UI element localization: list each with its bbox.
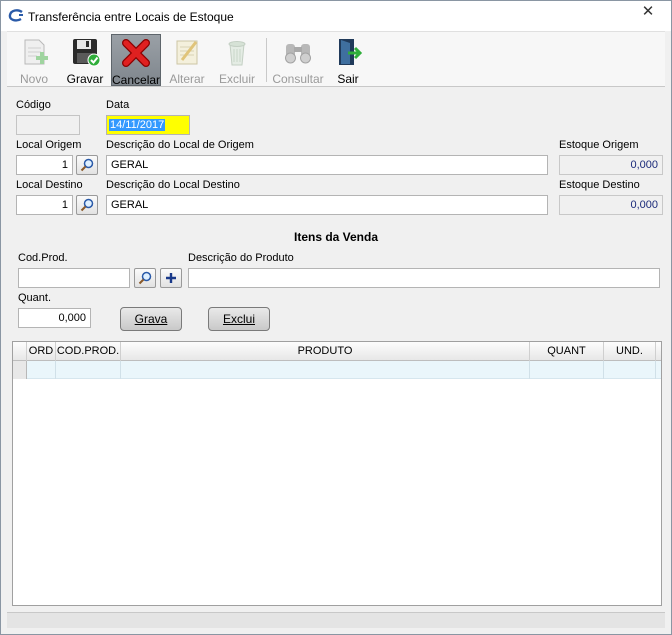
destination-stock-label: Estoque Destino (559, 179, 640, 191)
close-button[interactable]: ✕ (633, 2, 663, 24)
quantity-label: Quant. (18, 292, 52, 304)
code-label: Código (16, 99, 51, 111)
origin-stock-field: 0,000 (559, 155, 663, 175)
table-row[interactable] (13, 361, 661, 379)
origin-desc-field[interactable]: GERAL (106, 155, 548, 175)
magnifier-icon (80, 198, 94, 212)
record-item-button[interactable]: Grava (120, 307, 182, 331)
delete-item-button[interactable]: Exclui (208, 307, 270, 331)
toolbar: Novo Gravar Cancelar Alterar Excluir Con… (7, 31, 665, 87)
items-grid[interactable]: ORD COD.PROD. PRODUTO QUANT UND. (12, 341, 662, 606)
date-value: 14/11/2017 (109, 119, 166, 131)
app-logo-icon (8, 9, 23, 22)
cancel-label: Cancelar (112, 73, 161, 87)
destination-location-field[interactable]: 1 (16, 195, 73, 215)
items-section-title: Itens da Venda (293, 230, 379, 244)
plus-icon (166, 273, 176, 283)
product-desc-label: Descrição do Produto (188, 252, 294, 264)
column-header-ord[interactable]: ORD (27, 342, 56, 361)
cell-und[interactable] (604, 361, 656, 379)
save-button[interactable]: Gravar (61, 34, 109, 86)
row-indicator (13, 361, 27, 379)
cancel-x-icon (122, 39, 150, 67)
edit-notepad-icon (176, 40, 198, 65)
column-header-produto[interactable]: PRODUTO (121, 342, 530, 361)
column-header-quant[interactable]: QUANT (530, 342, 604, 361)
destination-desc-field[interactable]: GERAL (106, 195, 548, 215)
column-header-cod-prod[interactable]: COD.PROD. (56, 342, 121, 361)
add-product-button[interactable] (160, 268, 182, 288)
cell-ord[interactable] (27, 361, 56, 379)
cell-cod-prod[interactable] (56, 361, 121, 379)
new-label: Novo (19, 72, 48, 86)
origin-location-search-button[interactable] (76, 155, 98, 175)
cell-produto[interactable] (121, 361, 530, 379)
status-bar (7, 612, 665, 628)
magnifier-icon (80, 158, 94, 172)
product-code-field[interactable] (18, 268, 130, 288)
destination-location-search-button[interactable] (76, 195, 98, 215)
product-code-label: Cod.Prod. (18, 252, 68, 264)
save-disk-icon (73, 39, 101, 67)
delete-label: Excluir (218, 72, 255, 86)
grid-header: ORD COD.PROD. PRODUTO QUANT UND. (13, 342, 661, 361)
transfer-window: Transferência entre Locais de Estoque ✕ … (0, 0, 672, 635)
destination-stock-field: 0,000 (559, 195, 663, 215)
new-document-icon (24, 39, 48, 65)
origin-location-label: Local Origem (16, 139, 82, 151)
date-label: Data (106, 99, 130, 111)
product-search-button[interactable] (134, 268, 156, 288)
trash-bin-icon (228, 41, 246, 66)
cell-quant[interactable] (530, 361, 604, 379)
delete-item-label: Exclui (222, 312, 255, 326)
grid-indicator-header (13, 342, 27, 361)
cancel-button[interactable]: Cancelar (111, 34, 161, 87)
new-button[interactable]: Novo (11, 34, 57, 86)
magnifier-icon (138, 271, 152, 285)
window-title: Transferência entre Locais de Estoque (28, 10, 234, 24)
search-button[interactable]: Consultar (271, 34, 325, 86)
edit-label: Alterar (169, 72, 205, 86)
column-header-und[interactable]: UND. (604, 342, 656, 361)
toolbar-separator (266, 38, 267, 82)
exit-door-icon (339, 39, 363, 65)
product-desc-field[interactable] (188, 268, 660, 288)
edit-button[interactable]: Alterar (163, 34, 211, 86)
destination-desc-label: Descrição do Local Destino (106, 179, 240, 191)
quantity-field[interactable]: 0,000 (18, 308, 91, 328)
exit-button[interactable]: Sair (327, 34, 369, 86)
save-label: Gravar (66, 72, 104, 86)
delete-button[interactable]: Excluir (213, 34, 261, 86)
origin-location-field[interactable]: 1 (16, 155, 73, 175)
title-bar: Transferência entre Locais de Estoque ✕ (1, 1, 671, 31)
search-label: Consultar (272, 72, 324, 86)
destination-location-label: Local Destino (16, 179, 83, 191)
origin-stock-label: Estoque Origem (559, 139, 639, 151)
date-field[interactable]: 14/11/2017 (106, 115, 190, 135)
code-field[interactable] (16, 115, 80, 135)
origin-desc-label: Descrição do Local de Origem (106, 139, 254, 151)
exit-label: Sair (337, 72, 359, 86)
record-item-label: Grava (134, 312, 168, 326)
binoculars-icon (285, 44, 311, 64)
